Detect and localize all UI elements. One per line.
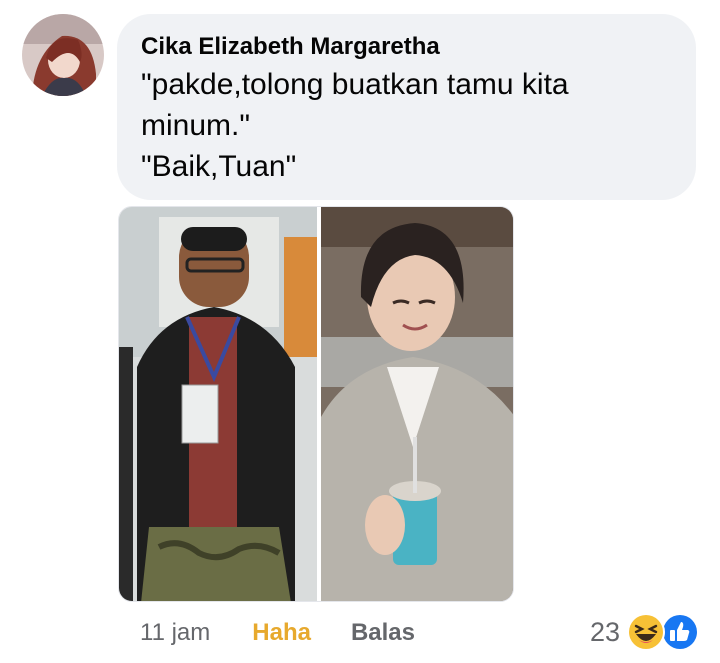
comment-text: "pakde,tolong buatkan tamu kita minum." … — [141, 64, 672, 187]
comment-bubble: Cika Elizabeth Margaretha "pakde,tolong … — [117, 14, 696, 200]
comment-photo[interactable] — [118, 206, 514, 602]
reaction-icons — [626, 612, 708, 652]
comment-line: "pakde,tolong buatkan tamu kita — [141, 68, 569, 101]
reaction-summary[interactable]: 23 — [590, 612, 708, 652]
comment-line: minum." — [141, 109, 250, 142]
like-icon — [661, 613, 700, 651]
haha-reaction-button[interactable]: Haha — [252, 619, 311, 647]
reaction-count: 23 — [590, 616, 621, 647]
author-name[interactable]: Cika Elizabeth Margaretha — [141, 32, 672, 62]
timestamp[interactable]: 11 jam — [140, 619, 210, 647]
comment-line: "Baik,Tuan" — [141, 150, 297, 183]
reply-button[interactable]: Balas — [351, 619, 415, 647]
avatar[interactable] — [22, 14, 104, 96]
haha-icon — [627, 613, 666, 651]
comment-actions: 11 jam Haha Balas — [140, 616, 415, 650]
